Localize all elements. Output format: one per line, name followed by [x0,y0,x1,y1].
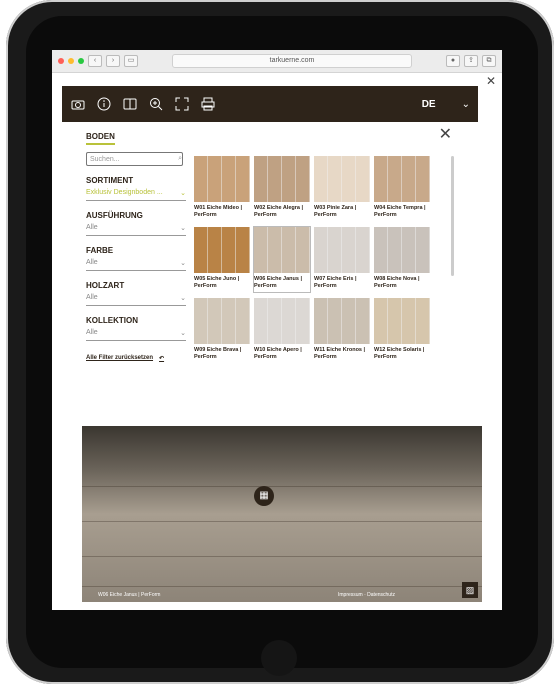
product-swatch [374,298,430,344]
product-label: W04 Eiche Tempra | PerForm [374,205,426,218]
product-tile[interactable]: W10 Eiche Apero | PerForm [254,298,310,363]
close-panel-icon[interactable]: ✕ [439,124,452,144]
filter-value: Alle [86,294,98,301]
minimize-window-dot[interactable] [68,58,74,64]
reset-filters-label: Alle Filter zurücksetzen [86,355,154,361]
product-swatch [254,156,310,202]
room-preview: ▦ W06 Eiche Janus | PerForm Impressum · … [82,426,482,602]
product-tile[interactable]: W05 Eiche Juno | PerForm [194,227,250,292]
configurator-toolbar: DE ⌄ [62,86,478,122]
product-label: W11 Eiche Kronos | PerForm [314,347,366,360]
compare-icon[interactable] [122,96,138,112]
product-swatch [314,227,370,273]
tab-boden[interactable]: BODEN [86,132,115,145]
sidebar-toggle-icon[interactable]: ▭ [124,55,138,67]
filter-holzart[interactable]: HOLZART Alle ⌄ [86,281,186,306]
forward-icon[interactable]: › [106,55,120,67]
selected-product-label: W06 Eiche Janus | PerForm [98,592,161,598]
chevron-down-icon: ⌄ [180,330,186,337]
pattern-icon[interactable]: ▨ [462,582,478,598]
print-icon[interactable] [200,96,216,112]
filter-sortiment[interactable]: SORTIMENT Exklusiv Designboden ... ⌄ [86,176,186,201]
language-selector[interactable]: DE [422,99,436,110]
product-tile[interactable]: W09 Eiche Brava | PerForm [194,298,250,363]
share-icon[interactable]: ⇪ [464,55,478,67]
product-label: W06 Eiche Janus | PerForm [254,276,303,289]
zoom-icon[interactable] [148,96,164,112]
product-tile[interactable]: W12 Eiche Solaris | PerForm [374,298,430,363]
chevron-down-icon: ⌄ [180,225,186,232]
search-input[interactable]: Suchen... ⌕ [86,152,183,166]
filter-title: AUSFÜHRUNG [86,211,143,220]
product-swatch [374,227,430,273]
filter-farbe[interactable]: FARBE Alle ⌄ [86,246,186,271]
product-swatch [314,156,370,202]
filter-title: KOLLEKTION [86,316,138,325]
browser-screen: ‹ › ▭ tarkuerne.com ● ⇪ ⧉ ✕ DE ⌄ BODEN ✕… [52,50,502,610]
product-label: W12 Eiche Solaris | PerForm [374,347,425,360]
product-tile[interactable]: W02 Eiche Alegra | PerForm [254,156,310,221]
download-icon[interactable]: ● [446,55,460,67]
browser-bar: ‹ › ▭ tarkuerne.com ● ⇪ ⧉ [52,50,502,73]
chevron-down-icon: ⌄ [180,260,186,267]
product-tile[interactable]: W03 Pinie Zara | PerForm [314,156,370,221]
close-window-dot[interactable] [58,58,64,64]
product-label: W02 Eiche Alegra | PerForm [254,205,304,218]
floor-select-icon[interactable]: ▦ [254,486,274,506]
product-tile[interactable]: W07 Eiche Eris | PerForm [314,227,370,292]
footer-links[interactable]: Impressum · Datenschutz [338,592,395,598]
chevron-down-icon: ⌄ [180,190,186,197]
filter-title: HOLZART [86,281,125,290]
back-icon[interactable]: ‹ [88,55,102,67]
product-tile[interactable]: W08 Eiche Nova | PerForm [374,227,430,292]
product-swatch [194,156,250,202]
filter-sidebar: Suchen... ⌕ SORTIMENT Exklusiv Designbod… [86,152,186,362]
product-swatch [254,227,310,273]
search-icon: ⌕ [178,155,182,162]
product-tile[interactable]: W06 Eiche Janus | PerForm [254,227,310,292]
filter-value: Alle [86,329,98,336]
product-tile[interactable]: W04 Eiche Tempra | PerForm [374,156,430,221]
filter-title: SORTIMENT [86,176,134,185]
fullscreen-icon[interactable] [174,96,190,112]
scrollbar[interactable] [451,156,454,276]
product-label: W07 Eiche Eris | PerForm [314,276,357,289]
maximize-window-dot[interactable] [78,58,84,64]
product-tile[interactable]: W11 Eiche Kronos | PerForm [314,298,370,363]
filter-ausfuehrung[interactable]: AUSFÜHRUNG Alle ⌄ [86,211,186,236]
chevron-down-icon[interactable]: ⌄ [462,99,470,110]
product-label: W09 Eiche Brava | PerForm [194,347,242,360]
product-swatch [194,227,250,273]
undo-icon: ↶ [159,356,165,362]
tabs-icon[interactable]: ⧉ [482,55,496,67]
search-placeholder: Suchen... [90,155,120,163]
product-label: W03 Pinie Zara | PerForm [314,205,357,218]
product-grid: W01 Eiche Mideo | PerForm W02 Eiche Alegr… [194,156,444,363]
filter-value: Alle [86,259,98,266]
chevron-down-icon: ⌄ [180,295,186,302]
filter-value: Exklusiv Designboden ... [86,189,163,196]
url-bar[interactable]: tarkuerne.com [172,54,412,68]
reset-filters-link[interactable]: Alle Filter zurücksetzen ↶ [86,355,186,362]
product-swatch [254,298,310,344]
product-label: W10 Eiche Apero | PerForm [254,347,302,360]
product-swatch [374,156,430,202]
camera-icon[interactable] [70,96,86,112]
filter-kollektion[interactable]: KOLLEKTION Alle ⌄ [86,316,186,341]
product-label: W08 Eiche Nova | PerForm [374,276,420,289]
floor-selection-panel: BODEN ✕ Suchen... ⌕ SORTIMENT Exklusiv D… [62,122,462,422]
product-swatch [314,298,370,344]
home-button [261,640,297,676]
info-icon[interactable] [96,96,112,112]
product-label: W01 Eiche Mideo | PerForm [194,205,242,218]
product-tile[interactable]: W01 Eiche Mideo | PerForm [194,156,250,221]
close-icon[interactable]: ✕ [486,74,496,88]
product-label: W05 Eiche Juno | PerForm [194,276,240,289]
filter-value: Alle [86,224,98,231]
product-swatch [194,298,250,344]
filter-title: FARBE [86,246,114,255]
